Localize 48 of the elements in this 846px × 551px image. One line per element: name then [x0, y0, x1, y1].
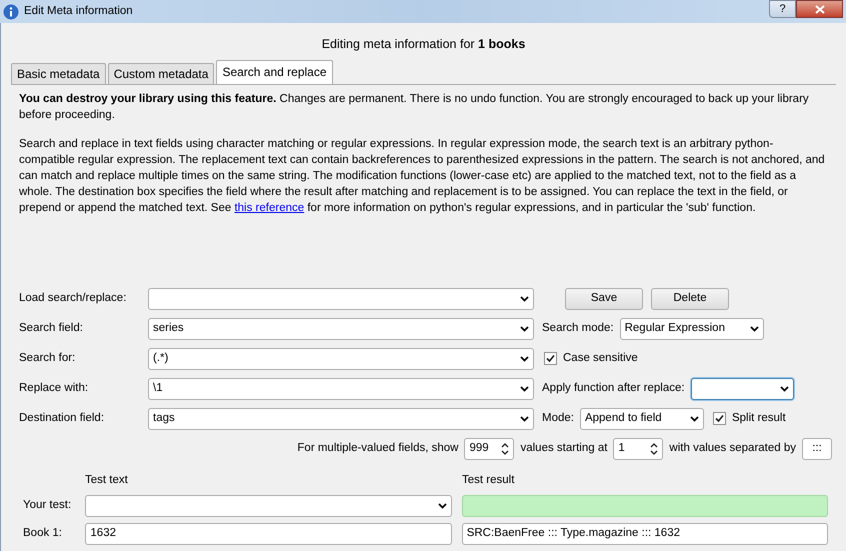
- test-result-field[interactable]: [462, 495, 828, 517]
- field-label: Test text: [85, 472, 129, 488]
- field-label: with values separated by: [669, 441, 796, 456]
- tab[interactable]: Search and replace: [216, 60, 333, 84]
- reference-link[interactable]: this reference: [234, 202, 304, 214]
- combo-box[interactable]: (.*): [148, 348, 534, 370]
- field-label: Mode:: [542, 411, 574, 426]
- field-label: Search mode:: [542, 321, 614, 336]
- window-title: Edit Meta information: [24, 4, 133, 19]
- close-button[interactable]: [796, 0, 843, 18]
- help-button[interactable]: ?: [769, 0, 796, 18]
- separator-field[interactable]: :::: [802, 438, 832, 460]
- field-label: Book 1:: [23, 526, 63, 542]
- combo-box[interactable]: tags: [148, 408, 534, 430]
- combo-box[interactable]: Append to field: [580, 408, 704, 430]
- checkbox[interactable]: [712, 412, 726, 426]
- field-label: Test result: [462, 472, 514, 488]
- field-label: Replace with:: [19, 381, 90, 396]
- field-label: Search for:: [19, 351, 76, 366]
- test-text-field[interactable]: [85, 495, 452, 517]
- combo-box[interactable]: [690, 378, 794, 400]
- combo-box[interactable]: Regular Expression: [620, 318, 764, 340]
- header-text: Editing meta information for 1 books: [322, 36, 526, 53]
- tab[interactable]: Basic metadata: [11, 62, 106, 84]
- field-label: For multiple-valued fields, show: [297, 441, 458, 456]
- field-label: Search field:: [19, 321, 84, 336]
- action-button[interactable]: Save: [565, 288, 643, 310]
- close-icon: [814, 4, 824, 14]
- combo-box[interactable]: \1: [148, 378, 534, 400]
- warning-text: You can destroy your library using this feature. Changes are permanent. There is no undo function. You are strongly encouraged to back up your library before proceeding.: [19, 92, 810, 123]
- field-label: Apply function after replace:: [542, 381, 685, 396]
- field-label: Your test:: [23, 498, 72, 514]
- spin-box[interactable]: 999: [464, 438, 514, 460]
- field-label: Case sensitive: [563, 351, 638, 366]
- test-result-field[interactable]: SRC:BaenFree ::: Type.magazine ::: 1632: [462, 523, 828, 545]
- tab[interactable]: Custom metadata: [108, 62, 214, 84]
- combo-box[interactable]: series: [148, 318, 534, 340]
- test-text-field[interactable]: 1632: [85, 523, 452, 545]
- field-label: values starting at: [520, 441, 608, 456]
- info-icon: [3, 4, 19, 20]
- field-label: Load search/replace:: [19, 291, 128, 306]
- combo-box[interactable]: [148, 288, 534, 310]
- spin-box[interactable]: 1: [613, 438, 664, 460]
- action-button[interactable]: Delete: [651, 288, 729, 310]
- checkbox[interactable]: [544, 352, 557, 366]
- field-label: Destination field:: [19, 411, 106, 426]
- field-label: Split result: [732, 411, 786, 426]
- description-text: Search and replace in text fields using character matching or regular expressions. In regular expression mode, the search text is an arbitrary python-compatible regular expression. The replacement text can contain backreferences to parenthesized expressions in the pattern. The search is not anchored, and can match and replace multiple times on the same string. The modification functions (lower-case etc) are applied to the matched text, not to the field as a whole. The destination box specifies the field where the result after matching and replacement is to be assigned. You can replace the text in the field, or prepend or append the matched text. See this reference for more information on python's regular expressions, and in particular the 'sub' function.: [19, 136, 826, 216]
